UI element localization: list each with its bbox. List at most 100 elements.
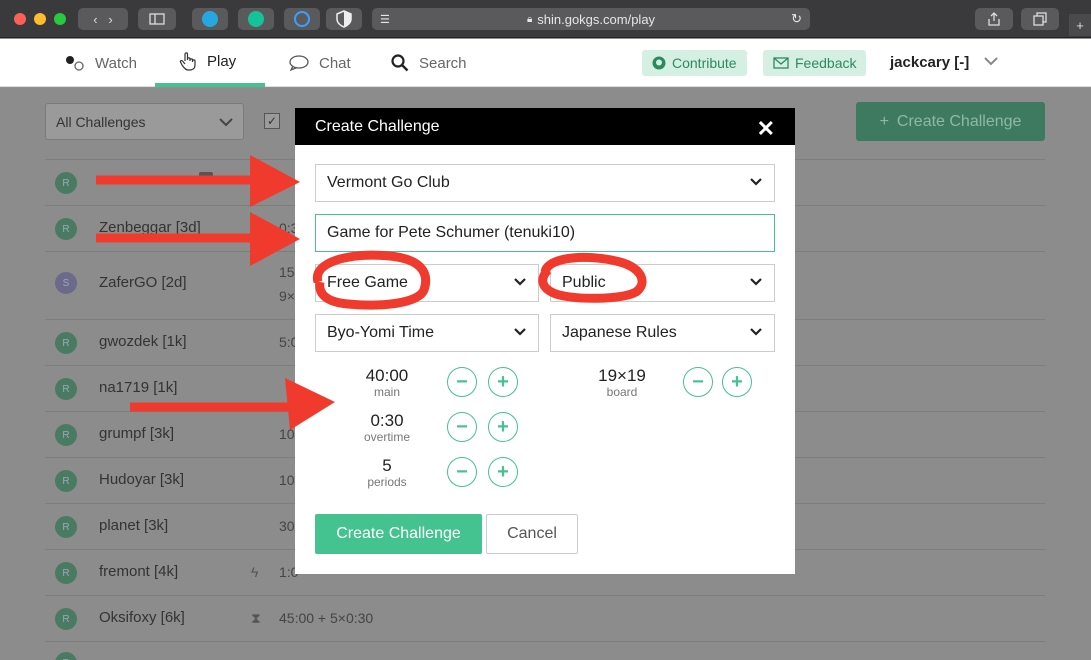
chevron-down-icon <box>750 178 762 186</box>
reader-icon[interactable]: ☰ <box>380 13 390 26</box>
grammarly-button[interactable] <box>238 8 274 30</box>
url-text[interactable]: shin.gokgs.com/play <box>537 12 655 27</box>
chevron-down-icon[interactable] <box>984 53 998 71</box>
time-setting: 15 <box>279 264 295 280</box>
rules-value: Japanese Rules <box>562 324 677 341</box>
visibility-value: Public <box>562 274 606 291</box>
time-setting: 10 <box>279 472 295 488</box>
plus-icon: + <box>497 416 509 438</box>
game-type-select[interactable]: Free Game <box>315 264 539 302</box>
browser-toolbar: ‹ › ☰ 🔒︎ shin.gokgs.com/play ↻ + <box>0 0 1091 38</box>
player-name: gwozdek [1k] <box>99 333 187 350</box>
chevron-down-icon <box>219 118 233 127</box>
avatar: R <box>55 218 77 240</box>
player-name: Hudoyar [3k] <box>99 471 185 488</box>
extension-button[interactable] <box>192 8 228 30</box>
plus-icon: + <box>497 461 509 483</box>
player-name: Oksifoxy [6k] <box>99 609 185 626</box>
close-icon[interactable]: ✕ <box>757 116 775 142</box>
back-forward-buttons[interactable]: ‹ › <box>78 8 128 30</box>
envelope-icon <box>773 57 789 69</box>
address-bar[interactable]: ☰ 🔒︎ shin.gokgs.com/play ↻ <box>372 8 810 30</box>
zoom-window-button[interactable] <box>54 13 66 25</box>
challenge-filter-select[interactable]: All Challenges <box>45 103 244 140</box>
chevron-right-icon[interactable]: › <box>108 12 112 27</box>
player-name: ZaferGO [2d] <box>99 274 187 291</box>
table-row[interactable]: R <box>45 641 1045 660</box>
chat-bubble-icon <box>289 55 309 71</box>
chevron-left-icon[interactable]: ‹ <box>93 12 97 27</box>
visibility-select[interactable]: Public <box>550 264 775 302</box>
player-name: grumpf [3k] <box>99 425 175 442</box>
nav-play[interactable]: Play <box>155 39 265 87</box>
dialog-title: Create Challenge <box>315 118 440 135</box>
periods-label: periods <box>367 475 407 489</box>
minus-icon: − <box>456 371 468 393</box>
club-select[interactable]: Vermont Go Club <box>315 164 775 202</box>
periods-increase-button[interactable]: + <box>488 457 518 487</box>
nav-chat[interactable]: Chat <box>289 39 351 87</box>
periods-decrease-button[interactable]: − <box>447 457 477 487</box>
time-system-value: Byo-Yomi Time <box>327 324 434 341</box>
time-setting: 30 <box>279 518 295 534</box>
nav-watch[interactable]: Watch <box>65 39 137 87</box>
background-create-challenge-button[interactable]: + Create Challenge <box>856 102 1045 141</box>
main-time-label: main <box>373 385 400 399</box>
tabs-icon <box>1033 12 1047 26</box>
overtime-decrease-button[interactable]: − <box>447 412 477 442</box>
chevron-down-icon <box>514 328 526 336</box>
lock-icon: 🔒︎ <box>526 13 533 25</box>
circle-extension-icon <box>294 11 310 27</box>
create-challenge-dialog: Create Challenge ✕ Vermont Go Club Game … <box>295 108 795 574</box>
lock-icon <box>199 172 213 184</box>
player-name: fremont [4k] <box>99 563 179 580</box>
time-setting: 10 <box>279 426 295 442</box>
feedback-button[interactable]: Feedback <box>763 50 867 76</box>
board-size-increase-button[interactable]: + <box>722 367 752 397</box>
github-icon <box>652 56 666 70</box>
new-tab-button[interactable]: + <box>1069 14 1091 36</box>
plus-icon: + <box>731 371 743 393</box>
board-size-label: board <box>606 385 638 399</box>
table-row[interactable]: R Oksifoxy [6k] ⧗ 45:00 + 5×0:30 <box>45 595 1045 641</box>
rules-select[interactable]: Japanese Rules <box>550 314 775 352</box>
time-system-select[interactable]: Byo-Yomi Time <box>315 314 539 352</box>
extension-badge-icon <box>202 11 218 27</box>
extension-button-2[interactable] <box>284 8 320 30</box>
hand-pointer-icon <box>179 52 196 71</box>
sidebar-toggle-button[interactable] <box>138 8 176 30</box>
user-menu[interactable]: jackcary [-] <box>890 54 969 71</box>
nav-play-label: Play <box>207 52 237 70</box>
create-challenge-button[interactable]: Create Challenge <box>315 514 482 554</box>
avatar: R <box>55 424 77 446</box>
nav-chat-label: Chat <box>319 54 351 72</box>
minimize-window-button[interactable] <box>34 13 46 25</box>
board-size-decrease-button[interactable]: − <box>683 367 713 397</box>
time-setting: 45:00 + 5×0:30 <box>279 610 374 626</box>
board-size-value: 19×19 <box>598 366 646 385</box>
player-name: Zenbeggar [3d] <box>99 219 201 236</box>
plus-icon: + <box>497 371 509 393</box>
contribute-button[interactable]: Contribute <box>642 50 747 76</box>
watch-icon <box>66 56 84 71</box>
overtime-increase-button[interactable]: + <box>488 412 518 442</box>
player-name: planet [3k] <box>99 517 169 534</box>
privacy-button[interactable] <box>326 8 362 30</box>
close-window-button[interactable] <box>14 13 26 25</box>
game-name-input[interactable]: Game for Pete Schumer (tenuki10) <box>315 214 775 252</box>
reload-icon[interactable]: ↻ <box>791 11 802 27</box>
share-button[interactable] <box>975 8 1013 30</box>
main-time-increase-button[interactable]: + <box>488 367 518 397</box>
avatar: R <box>55 562 77 584</box>
main-time-decrease-button[interactable]: − <box>447 367 477 397</box>
background-create-label: Create Challenge <box>896 112 1022 130</box>
cancel-button[interactable]: Cancel <box>486 514 578 554</box>
avatar: S <box>55 272 77 294</box>
nav-search[interactable]: Search <box>391 39 467 87</box>
tabs-overview-button[interactable] <box>1021 8 1059 30</box>
sidebar-icon <box>149 13 165 25</box>
player-name: na1719 [1k] <box>99 379 178 396</box>
minus-icon: − <box>456 416 468 438</box>
filter-checkbox[interactable]: ✓ <box>264 113 280 129</box>
club-select-value: Vermont Go Club <box>327 174 450 191</box>
